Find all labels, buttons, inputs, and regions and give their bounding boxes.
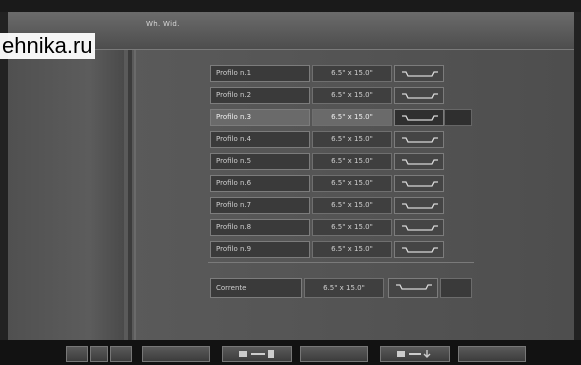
footer-button-6[interactable] (300, 346, 368, 362)
current-profile-size: 6.5" x 15.0" (304, 278, 384, 298)
rim-profile-icon (402, 93, 438, 99)
watermark: ehnika.ru (0, 33, 95, 59)
footer-button-5[interactable] (222, 346, 292, 362)
list-separator (208, 262, 474, 263)
profile-size: 6.5" x 15.0" (312, 197, 392, 214)
footer-button-1[interactable] (66, 346, 88, 362)
profile-size: 6.5" x 15.0" (312, 131, 392, 148)
profile-name: Profilo n.5 (210, 153, 310, 170)
current-profile-extra (440, 278, 472, 298)
profile-size: 6.5" x 15.0" (312, 65, 392, 82)
profile-name: Profilo n.4 (210, 131, 310, 148)
profile-shape (394, 197, 444, 214)
save-icon (239, 350, 274, 358)
app-window: Wh. Wid. ehnika.ru Profilo n.1 6.5" x 15.… (0, 0, 581, 365)
footer-button-3[interactable] (110, 346, 132, 362)
selection-highlight (444, 109, 472, 126)
profile-name: Profilo n.9 (210, 241, 310, 258)
panel-divider-highlight (134, 50, 136, 340)
footer-button-4[interactable] (142, 346, 210, 362)
profile-name: Profilo n.7 (210, 197, 310, 214)
profile-name: Profilo n.8 (210, 219, 310, 236)
profile-size: 6.5" x 15.0" (312, 241, 392, 258)
profile-shape (394, 241, 444, 258)
profile-name: Profilo n.6 (210, 175, 310, 192)
rim-profile-icon (402, 137, 438, 143)
current-profile-name: Corrente (210, 278, 302, 298)
footer-button-7[interactable] (380, 346, 450, 362)
profile-name: Profilo n.2 (210, 87, 310, 104)
profile-size: 6.5" x 15.0" (312, 175, 392, 192)
profile-size: 6.5" x 15.0" (312, 153, 392, 170)
rim-profile-icon (402, 225, 438, 231)
footer-button-8[interactable] (458, 346, 526, 362)
load-icon (397, 350, 431, 358)
footer-button-2[interactable] (90, 346, 108, 362)
top-strip (0, 0, 581, 12)
page-title: Wh. Wid. (146, 20, 180, 28)
profile-shape (394, 131, 444, 148)
rim-profile-icon (402, 203, 438, 209)
current-profile-shape (388, 278, 438, 298)
rim-profile-icon (396, 284, 432, 290)
profile-shape (394, 87, 444, 104)
profile-shape (394, 219, 444, 236)
profile-name: Profilo n.1 (210, 65, 310, 82)
profile-shape (394, 109, 444, 126)
rim-profile-icon (402, 159, 438, 165)
left-side-panel (8, 50, 124, 340)
footer-status (535, 347, 579, 363)
profile-shape (394, 153, 444, 170)
profile-size: 6.5" x 15.0" (312, 109, 392, 126)
profile-size: 6.5" x 15.0" (312, 87, 392, 104)
profile-name: Profilo n.3 (210, 109, 310, 126)
rim-profile-icon (402, 181, 438, 187)
rim-profile-icon (402, 247, 438, 253)
rim-profile-icon (402, 71, 438, 77)
profile-size: 6.5" x 15.0" (312, 219, 392, 236)
panel-divider (128, 50, 132, 340)
profile-shape (394, 65, 444, 82)
rim-profile-icon (402, 115, 438, 121)
profile-shape (394, 175, 444, 192)
